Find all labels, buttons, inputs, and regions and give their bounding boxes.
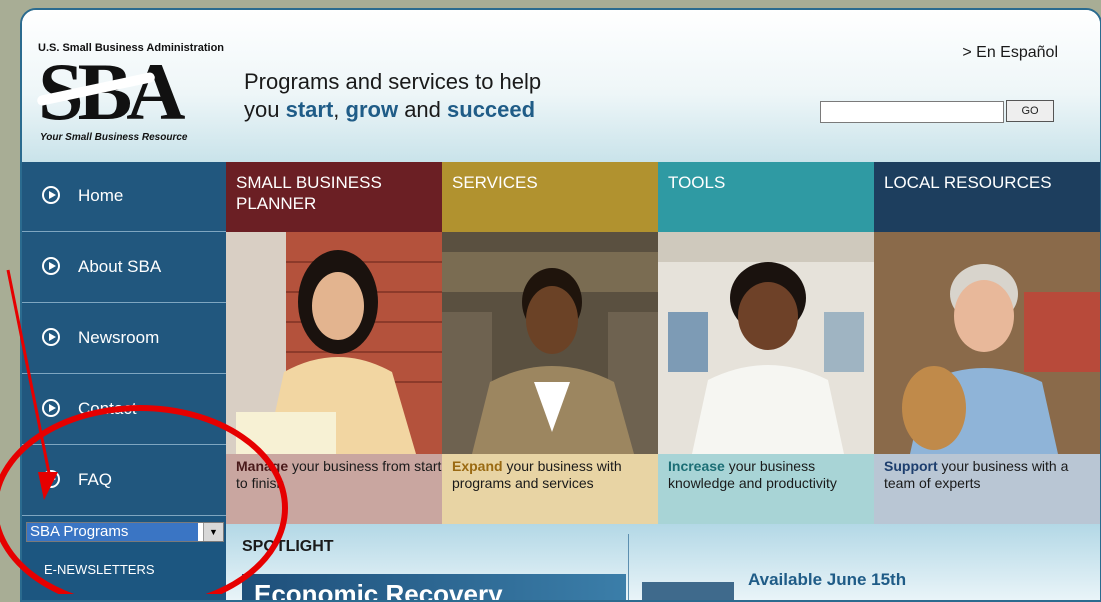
- site-tagline: Programs and services to help you start,…: [244, 68, 541, 124]
- sba-homepage: U.S. Small Business Administration SBA Y…: [20, 8, 1101, 602]
- sba-programs-selected: SBA Programs: [27, 523, 198, 541]
- arrow-circle-icon: [42, 470, 60, 488]
- services-keyword: Expand: [452, 458, 503, 474]
- tagline-comma: ,: [333, 97, 346, 122]
- tab-local-resources[interactable]: LOCAL RESOURCES: [874, 162, 1100, 232]
- sidebar-item-label: About SBA: [78, 257, 162, 276]
- planner-photo-image: [226, 232, 442, 454]
- local-resources-photo[interactable]: [874, 232, 1100, 454]
- tab-services[interactable]: SERVICES: [442, 162, 658, 232]
- spotlight-section: SPOTLIGHT Economic Recovery Available Ju…: [226, 524, 1100, 600]
- arrow-circle-icon: [42, 186, 60, 204]
- tagline-and: and: [398, 97, 448, 122]
- espanol-link[interactable]: > En Español: [962, 44, 1058, 62]
- sidebar-item-label: Newsroom: [78, 328, 160, 347]
- local-resources-photo-image: [874, 232, 1100, 454]
- local-resources-caption[interactable]: Support your business with a team of exp…: [874, 454, 1100, 524]
- go-button[interactable]: GO: [1006, 100, 1054, 122]
- arrow-circle-icon: [42, 328, 60, 346]
- services-caption[interactable]: Expand your business with programs and s…: [442, 454, 658, 524]
- tools-photo-image: [658, 232, 874, 454]
- tagline-succeed: succeed: [447, 97, 536, 122]
- sba-programs-select[interactable]: SBA Programs ▼: [26, 522, 224, 542]
- spotlight-thumbnail[interactable]: [642, 582, 734, 600]
- planner-photo[interactable]: [226, 232, 442, 454]
- sba-logo[interactable]: SBA: [36, 51, 226, 133]
- sidebar-item-label: Contact: [78, 399, 137, 418]
- sidebar-item-home[interactable]: Home: [22, 162, 226, 232]
- tagline-start: start: [285, 97, 334, 122]
- tools-caption[interactable]: Increase your business knowledge and pro…: [658, 454, 874, 524]
- sidebar-item-about-sba[interactable]: About SBA: [22, 233, 226, 303]
- sidebar-item-faq[interactable]: FAQ: [22, 446, 226, 516]
- services-photo[interactable]: [442, 232, 658, 454]
- enewsletters-link[interactable]: E-NEWSLETTERS: [44, 562, 155, 577]
- local-keyword: Support: [884, 458, 938, 474]
- sidebar-item-contact[interactable]: Contact: [22, 375, 226, 445]
- tools-photo[interactable]: [658, 232, 874, 454]
- chevron-down-icon[interactable]: ▼: [203, 523, 223, 541]
- tab-small-business-planner[interactable]: SMALL BUSINESS PLANNER: [226, 162, 442, 232]
- spotlight-divider: [628, 534, 629, 600]
- sidebar-item-newsroom[interactable]: Newsroom: [22, 304, 226, 374]
- tools-keyword: Increase: [668, 458, 725, 474]
- planner-keyword: Manage: [236, 458, 289, 474]
- arrow-circle-icon: [42, 399, 60, 417]
- sidebar-item-label: FAQ: [78, 470, 113, 489]
- economic-recovery-banner[interactable]: Economic Recovery: [242, 574, 626, 600]
- tagline-line-1: Programs and services to help: [244, 69, 542, 94]
- arrow-circle-icon: [42, 257, 60, 275]
- sidebar-item-label: Home: [78, 186, 124, 205]
- tab-tools[interactable]: TOOLS: [658, 162, 874, 232]
- services-photo-image: [442, 232, 658, 454]
- tagline-you: you: [244, 97, 286, 122]
- spotlight-heading: SPOTLIGHT: [242, 538, 334, 555]
- available-june-link[interactable]: Available June 15th: [748, 570, 906, 590]
- planner-caption[interactable]: Manage your business from start to finis…: [226, 454, 442, 524]
- search-input[interactable]: [820, 101, 1004, 123]
- logo-tagline: Your Small Business Resource: [40, 132, 188, 143]
- tagline-grow: grow: [345, 97, 399, 122]
- site-header: U.S. Small Business Administration SBA Y…: [22, 10, 1100, 162]
- tagline-line-2: you start, grow and succeed: [244, 96, 541, 124]
